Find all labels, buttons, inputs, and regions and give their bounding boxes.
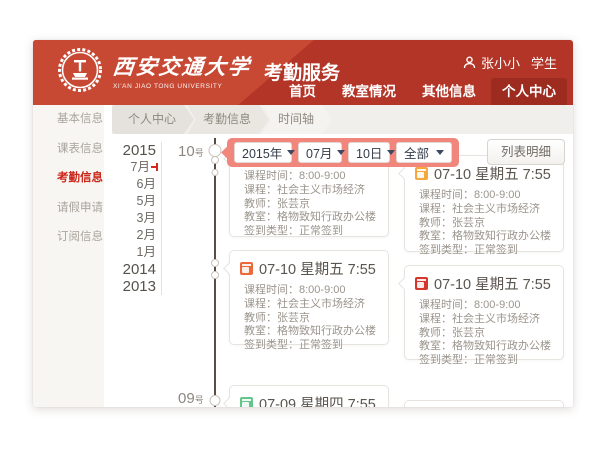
- sidebar-item-leave-request[interactable]: 请假申请: [33, 194, 104, 224]
- attendance-card: [404, 400, 564, 407]
- card-title: 07-09 星期四 7:55: [259, 393, 376, 407]
- user-role: 学生: [531, 53, 557, 72]
- card-row: 课程：社会主义市场经济: [419, 313, 555, 327]
- card-row: 课程：社会主义市场经济: [244, 298, 380, 312]
- axis-year-2015[interactable]: 2015: [104, 142, 156, 159]
- card-row: 教室：格物致知行政办公楼: [244, 211, 380, 225]
- timeline-content: 2015 7月 6月 5月 3月 2月 1月 2014 2013 10号 09号…: [104, 134, 573, 407]
- sidebar: 基本信息 课表信息 考勤信息 请假申请 订阅信息: [33, 105, 104, 407]
- breadcrumb-attendance-info[interactable]: 考勤信息: [187, 105, 269, 134]
- attendance-card: 07-10 星期五 7:55 课程时间：8:00-9:00 课程：社会主义市场经…: [404, 155, 564, 252]
- user-menu[interactable]: 张小小 学生: [463, 53, 557, 72]
- card-row: 教师：张芸京: [419, 217, 555, 231]
- user-name: 张小小: [481, 53, 520, 72]
- card-row: 课程：社会主义市场经济: [244, 184, 380, 198]
- calendar-status-icon: [415, 277, 428, 290]
- card-title: 07-10 星期五 7:55: [259, 258, 376, 279]
- card-row: 签到类型：正常签到: [244, 339, 380, 353]
- card-row: 课程：社会主义市场经济: [419, 203, 555, 217]
- person-icon: [463, 56, 476, 69]
- sidebar-item-attendance-info[interactable]: 考勤信息: [33, 164, 104, 194]
- axis-month-5[interactable]: 5月: [104, 193, 156, 210]
- app-header: 西安交通大学 XI'AN JIAO TONG UNIVERSITY 考勤服务 张…: [33, 40, 573, 105]
- day-marker-10: 10号: [178, 143, 204, 160]
- axis-month-2[interactable]: 2月: [104, 227, 156, 244]
- chevron-down-icon: [387, 150, 395, 155]
- list-detail-button[interactable]: 列表明细: [487, 139, 565, 165]
- axis-month-1[interactable]: 1月: [104, 244, 156, 261]
- attendance-app-window: 西安交通大学 XI'AN JIAO TONG UNIVERSITY 考勤服务 张…: [33, 40, 573, 407]
- calendar-status-icon: [240, 262, 253, 275]
- card-row: 课程时间：8:00-9:00: [244, 284, 380, 298]
- chevron-down-icon: [287, 150, 295, 155]
- sidebar-item-subscription-info[interactable]: 订阅信息: [33, 223, 104, 253]
- card-row: 教师：张芸京: [419, 327, 555, 341]
- timeline-node: [211, 156, 219, 164]
- axis-month-7[interactable]: 7月: [104, 159, 156, 176]
- timeline-node: [210, 395, 221, 406]
- card-row: 教师：张芸京: [244, 312, 380, 326]
- nav-classroom-status[interactable]: 教室情况: [331, 79, 407, 105]
- nav-personal-center[interactable]: 个人中心: [491, 78, 567, 105]
- year-dropdown[interactable]: 2015年: [234, 142, 292, 163]
- chevron-down-icon: [337, 150, 345, 155]
- breadcrumb-timeline[interactable]: 时间轴: [262, 105, 332, 134]
- card-row: 教室：格物致知行政办公楼: [419, 340, 555, 354]
- brand-text: 西安交通大学 XI'AN JIAO TONG UNIVERSITY: [113, 51, 251, 90]
- card-row: 课程时间：8:00-9:00: [244, 170, 380, 184]
- card-title: 07-10 星期五 7:55: [434, 273, 551, 294]
- sidebar-item-timetable-info[interactable]: 课表信息: [33, 135, 104, 165]
- card-row: 签到类型：正常签到: [419, 244, 555, 258]
- axis-month-3[interactable]: 3月: [104, 210, 156, 227]
- university-name-cn: 西安交通大学: [111, 51, 252, 81]
- date-filter-bar: 2015年 07月 10日 全部: [227, 138, 459, 167]
- day-dropdown[interactable]: 10日: [348, 142, 390, 163]
- axis-year-2013[interactable]: 2013: [104, 278, 156, 295]
- calendar-status-icon: [240, 397, 253, 407]
- attendance-card: 07-09 星期四 7:55: [229, 385, 389, 407]
- attendance-card: 07-10 星期五 7:55 课程时间：8:00-9:00 课程：社会主义市场经…: [404, 265, 564, 360]
- day-marker-09: 09号: [178, 390, 204, 407]
- timeline-axis: 2015 7月 6月 5月 3月 2月 1月 2014 2013: [104, 142, 162, 295]
- university-name-en: XI'AN JIAO TONG UNIVERSITY: [113, 83, 251, 90]
- card-row: 签到类型：正常签到: [244, 225, 380, 239]
- calendar-status-icon: [415, 167, 428, 180]
- timeline-node: [211, 259, 219, 267]
- axis-year-2014[interactable]: 2014: [104, 261, 156, 278]
- timeline-node: [212, 169, 219, 176]
- breadcrumb-personal-center[interactable]: 个人中心: [112, 105, 194, 134]
- chevron-down-icon: [436, 150, 444, 155]
- timeline-node: [211, 271, 219, 279]
- university-emblem-icon: [57, 47, 103, 93]
- nav-home[interactable]: 首页: [278, 79, 327, 105]
- category-dropdown[interactable]: 全部: [396, 142, 452, 163]
- axis-month-6[interactable]: 6月: [104, 176, 156, 193]
- current-month-marker: [151, 166, 156, 168]
- sidebar-item-basic-info[interactable]: 基本信息: [33, 105, 104, 135]
- main-nav: 首页 教室情况 其他信息 个人中心: [278, 78, 567, 105]
- card-row: 教室：格物致知行政办公楼: [244, 325, 380, 339]
- card-row: 教室：格物致知行政办公楼: [419, 230, 555, 244]
- breadcrumb: 个人中心 考勤信息 时间轴: [112, 105, 573, 134]
- card-row: 签到类型：正常签到: [419, 354, 555, 368]
- card-row: 课程时间：8:00-9:00: [419, 299, 555, 313]
- card-row: 课程时间：8:00-9:00: [419, 189, 555, 203]
- card-row: 教师：张芸京: [244, 198, 380, 212]
- attendance-card: 07-10 星期五 7:55 课程时间：8:00-9:00 课程：社会主义市场经…: [229, 250, 389, 345]
- nav-other-info[interactable]: 其他信息: [411, 79, 487, 105]
- month-dropdown[interactable]: 07月: [298, 142, 342, 163]
